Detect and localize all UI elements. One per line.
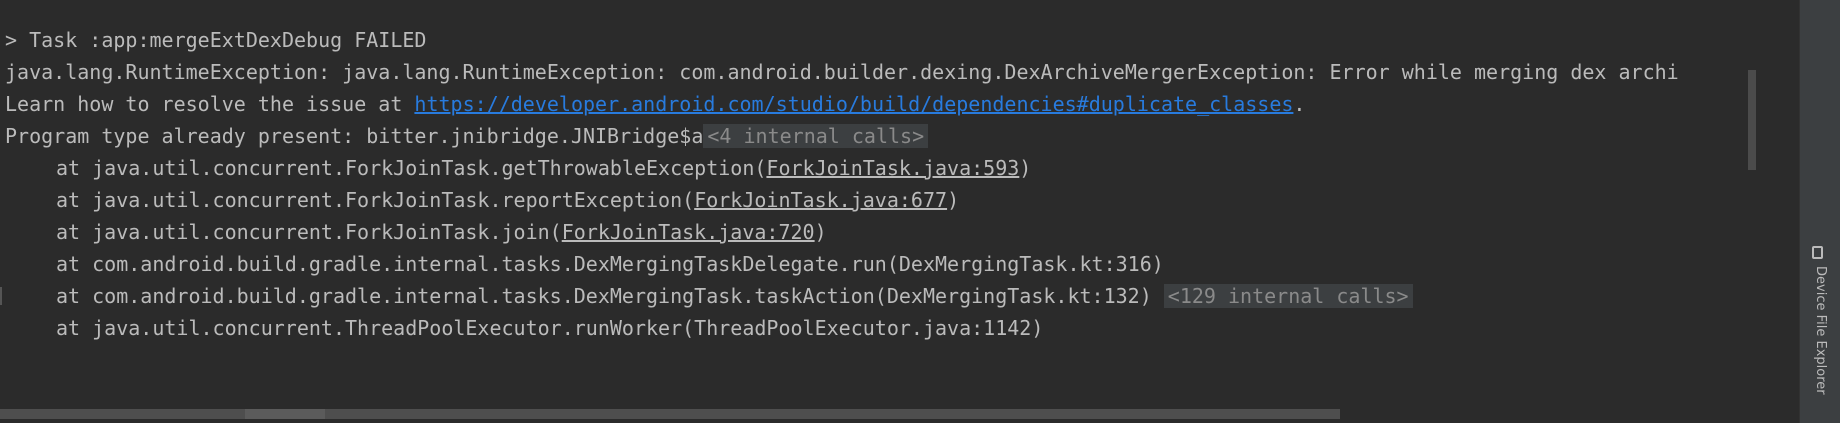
stack-frame: at com.android.build.gradle.internal.tas… — [56, 279, 1413, 313]
device-icon — [1812, 246, 1823, 259]
stack-frame-source-link[interactable]: ForkJoinTask.java:720 — [562, 220, 815, 244]
stack-frame-suffix: ) — [814, 220, 827, 244]
device-file-explorer-label: Device File Explorer — [1813, 266, 1828, 395]
stack-frame-source-link[interactable]: ForkJoinTask.java:593 — [766, 156, 1019, 180]
duplicate-classes-link[interactable]: https://developer.android.com/studio/bui… — [414, 92, 1293, 116]
horizontal-scrollbar-thumb[interactable] — [0, 409, 1340, 419]
vertical-scrollbar-thumb[interactable] — [1748, 70, 1756, 170]
task-failed-line: > Task :app:mergeExtDexDebug FAILED — [5, 28, 427, 52]
internal-calls-fold[interactable]: <129 internal calls> — [1163, 284, 1413, 308]
build-output-console[interactable]: > Task :app:mergeExtDexDebug FAILED java… — [0, 0, 1800, 405]
learn-more-suffix: . — [1293, 92, 1306, 116]
stack-frame-text: at java.util.concurrent.ForkJoinTask.joi… — [56, 220, 562, 244]
stack-frame: at java.util.concurrent.ForkJoinTask.get… — [56, 151, 1031, 185]
stack-frame-source-link[interactable]: ForkJoinTask.java:677 — [694, 188, 947, 212]
stack-frame: at com.android.build.gradle.internal.tas… — [56, 252, 1164, 276]
stack-frame: at java.util.concurrent.ForkJoinTask.rep… — [56, 183, 959, 217]
gutter-marker — [0, 287, 2, 305]
internal-calls-fold[interactable]: <4 internal calls> — [703, 124, 929, 148]
stack-frame: at java.util.concurrent.ThreadPoolExecut… — [56, 316, 1044, 340]
right-tool-strip: Device File Explorer — [1799, 0, 1840, 423]
stack-frame-text: at com.android.build.gradle.internal.tas… — [56, 284, 1152, 308]
program-type-text: Program type already present: bitter.jni… — [5, 124, 704, 148]
learn-more-line: Learn how to resolve the issue at https:… — [5, 87, 1305, 121]
stack-frame-suffix: ) — [947, 188, 960, 212]
learn-more-prefix: Learn how to resolve the issue at — [5, 92, 415, 116]
horizontal-scrollbar-shade — [245, 409, 325, 419]
stack-frame-suffix: ) — [1019, 156, 1032, 180]
device-file-explorer-tab[interactable]: Device File Explorer — [1804, 240, 1834, 395]
exception-line: java.lang.RuntimeException: java.lang.Ru… — [5, 60, 1679, 84]
program-type-line: Program type already present: bitter.jni… — [5, 119, 929, 153]
stack-frame-text: at java.util.concurrent.ForkJoinTask.rep… — [56, 188, 695, 212]
vertical-scrollbar[interactable] — [1746, 0, 1758, 405]
stack-frame-text: at java.util.concurrent.ForkJoinTask.get… — [56, 156, 767, 180]
horizontal-scrollbar[interactable] — [0, 405, 1800, 423]
stack-frame: at java.util.concurrent.ForkJoinTask.joi… — [56, 215, 827, 249]
